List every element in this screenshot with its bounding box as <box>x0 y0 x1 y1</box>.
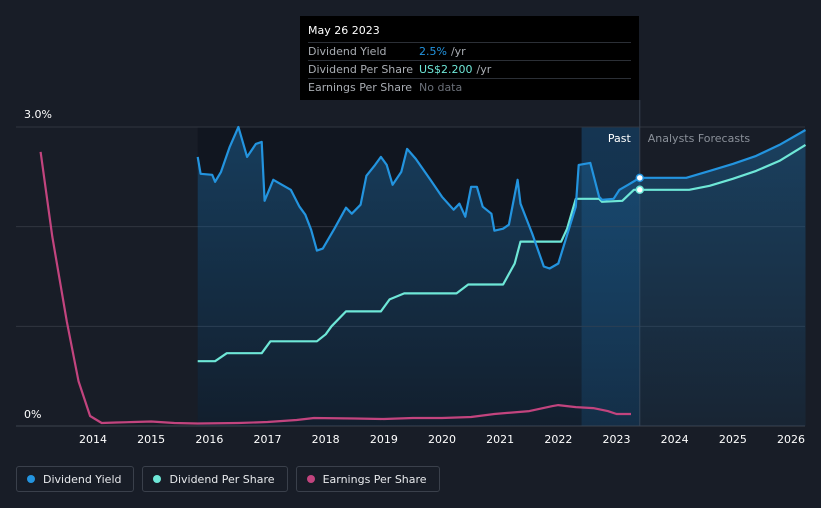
y-axis-max-label: 3.0% <box>24 108 52 121</box>
x-tick-label: 2016 <box>195 433 223 446</box>
y-axis-min-label: 0% <box>24 408 41 421</box>
past-label: Past <box>608 132 632 145</box>
x-tick-label: 2024 <box>661 433 689 446</box>
x-tick-label: 2021 <box>486 433 514 446</box>
tooltip: May 26 2023 Dividend Yield 2.5% /yr Divi… <box>300 16 639 100</box>
legend-dot-icon <box>306 475 315 483</box>
x-tick-label: 2018 <box>312 433 340 446</box>
legend-label: Earnings Per Share <box>322 472 427 486</box>
tooltip-unit: /yr <box>450 45 466 58</box>
tooltip-label: Dividend Yield <box>308 45 387 58</box>
legend: Dividend Yield Dividend Per Share Earnin… <box>16 466 440 492</box>
dividend-per-share-marker <box>635 185 645 195</box>
x-tick-label: 2015 <box>137 433 165 446</box>
x-tick-label: 2022 <box>544 433 572 446</box>
tooltip-date: May 26 2023 <box>308 24 380 37</box>
x-tick-label: 2026 <box>777 433 805 446</box>
legend-item-dividend-yield[interactable]: Dividend Yield <box>16 466 135 492</box>
legend-dot-icon <box>27 475 35 483</box>
x-tick-label: 2019 <box>370 433 398 446</box>
tooltip-unit: /yr <box>476 63 492 76</box>
tooltip-label: Dividend Per Share <box>308 63 414 76</box>
legend-item-dividend-per-share[interactable]: Dividend Per Share <box>142 466 288 492</box>
tooltip-row-earnings-per-share: Earnings Per Share No data <box>308 78 631 96</box>
legend-label: Dividend Yield <box>43 472 122 486</box>
x-tick-label: 2025 <box>719 433 747 446</box>
tooltip-value: No data <box>419 81 463 94</box>
x-tick-label: 2023 <box>603 433 631 446</box>
tooltip-row-dividend-yield: Dividend Yield 2.5% /yr <box>308 42 631 60</box>
tooltip-row-dividend-per-share: Dividend Per Share US$2.200 /yr <box>308 60 631 78</box>
tooltip-value: US$2.200 <box>419 63 473 76</box>
analysts-forecasts-label: Analysts Forecasts <box>648 132 751 145</box>
legend-dot-icon <box>153 475 162 483</box>
legend-item-earnings-per-share[interactable]: Earnings Per Share <box>295 466 440 492</box>
tooltip-label: Earnings Per Share <box>308 81 413 94</box>
x-tick-label: 2020 <box>428 433 456 446</box>
x-tick-label: 2014 <box>79 433 107 446</box>
legend-label: Dividend Per Share <box>169 472 275 486</box>
dividend-yield-marker <box>635 173 645 183</box>
tooltip-value: 2.5% <box>419 45 447 58</box>
x-tick-label: 2017 <box>254 433 282 446</box>
